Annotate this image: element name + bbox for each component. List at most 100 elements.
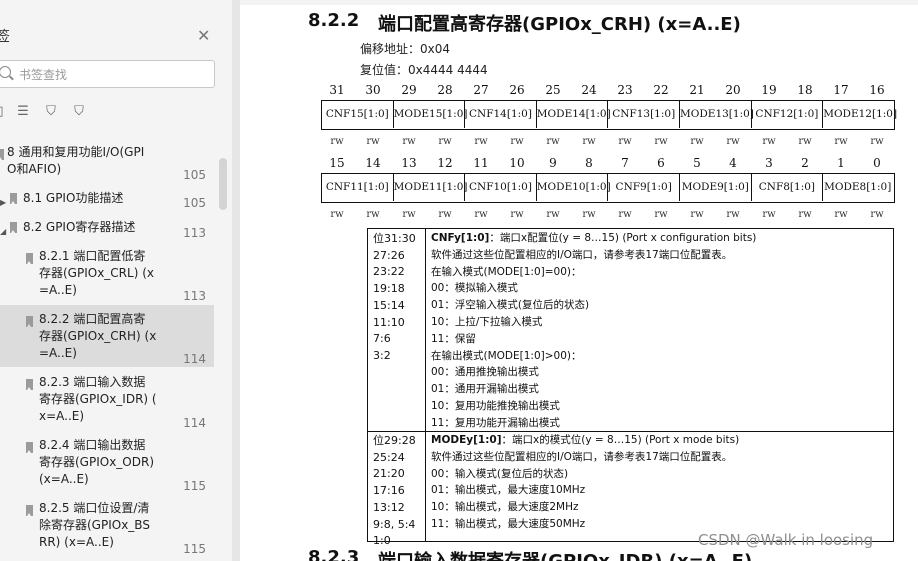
bit-number: 3 xyxy=(765,156,773,170)
bookmark-label: =A..E) xyxy=(39,283,77,297)
expand-arrow-icon[interactable]: ▶ xyxy=(0,194,6,211)
bookmark-item-8-2[interactable]: ◢ 8.2 GPIO寄存器描述 113 xyxy=(0,218,214,242)
bookmark-item-8-2-2[interactable]: 8.2.2 端口配置高寄 存器(GPIOx_CRH) (x =A..E) 114 xyxy=(0,305,214,367)
list-view-icon[interactable]: ☰ xyxy=(16,104,30,120)
bit-number: 17 xyxy=(833,83,849,97)
bookmark-label: x=A..E) xyxy=(39,409,85,423)
bookmark-flag-icon xyxy=(26,505,33,516)
add-bookmark-icon[interactable]: ⛉ xyxy=(44,104,58,120)
access-type: rw xyxy=(870,136,884,147)
bookmark-flag-icon xyxy=(10,222,17,233)
bookmark-label: 存器(GPIOx_CRH) (x xyxy=(39,329,157,343)
access-type: rw xyxy=(474,209,488,220)
bookmark-label: 存器(GPIOx_CRL) (x xyxy=(39,266,154,280)
collapse-arrow-icon[interactable]: ◢ xyxy=(0,223,6,240)
bookmark-page: 105 xyxy=(183,196,206,210)
bit-description-table: 位31:30 27:26 23:22 19:18 15:14 11:10 7:6… xyxy=(367,228,894,547)
bit-number: 13 xyxy=(401,156,417,170)
offset-address: 偏移地址：0x04 xyxy=(360,42,451,56)
access-type: rw xyxy=(834,209,848,220)
section-number: 8.2.2 xyxy=(308,10,360,31)
access-type: rw xyxy=(798,209,812,220)
bit-number: 24 xyxy=(581,83,597,97)
register-field: MODE11[1:0] xyxy=(394,174,468,201)
bit-number: 21 xyxy=(689,83,705,97)
bookmark-page: 113 xyxy=(183,289,206,303)
register-field: CNF11[1:0] xyxy=(322,174,394,201)
bookmark-page: 113 xyxy=(183,226,206,240)
access-type: rw xyxy=(654,136,668,147)
bookmark-item-8-2-1[interactable]: 8.2.1 端口配置低寄 存器(GPIOx_CRL) (x =A..E) 113 xyxy=(0,245,214,305)
bit-number: 7 xyxy=(621,156,629,170)
bit-number: 20 xyxy=(725,83,741,97)
bit-number: 14 xyxy=(365,156,381,170)
access-type: rw xyxy=(654,209,668,220)
bit-number: 1 xyxy=(837,156,845,170)
register-field: CNF15[1:0] xyxy=(322,101,394,128)
bookmark-label: 8 通用和复用功能I/O(GPI xyxy=(7,145,145,159)
register-field: CNF12[1:0] xyxy=(752,101,824,128)
register-field: MODE15[1:0] xyxy=(394,101,468,128)
description-line: 10：输出模式，最大速度2MHz xyxy=(431,501,579,514)
description-line: 10：复用功能推挽输出模式 xyxy=(431,399,560,412)
mode-description: MODEy[1:0]：端口x的模式位(y = 8…15) (Port x mod… xyxy=(431,432,739,533)
register-field: MODE14[1:0] xyxy=(537,101,611,128)
sidebar-divider[interactable] xyxy=(232,0,240,561)
bookmark-search-input[interactable] xyxy=(17,65,201,85)
access-type: rw xyxy=(798,136,812,147)
reset-value: 复位值：0x4444 4444 xyxy=(360,63,488,77)
sidebar-title: 签 xyxy=(0,29,10,45)
bookmark-label: RR) (x=A..E) xyxy=(39,535,114,549)
bit-number: 29 xyxy=(401,83,417,97)
watermark: CSDN @Walk in loosing xyxy=(698,531,874,549)
bit-number: 26 xyxy=(509,83,525,97)
access-type: rw xyxy=(330,209,344,220)
bookmark-search-box[interactable] xyxy=(0,60,215,88)
description-line: 00：输入模式(复位后的状态) xyxy=(431,467,569,480)
bookmark-icon[interactable]: ⛉ xyxy=(72,104,86,120)
bit-number: 9 xyxy=(549,156,557,170)
description-line: ：端口x的模式位(y = 8…15) (Port x mode bits) xyxy=(501,434,740,446)
sidebar-scrollbar[interactable] xyxy=(219,158,227,210)
description-line: ：端口x配置位(y = 8…15) (Port x configuration … xyxy=(489,232,757,244)
description-line: 在输出模式(MODE[1:0]>00)： xyxy=(431,349,582,362)
access-type: rw xyxy=(474,136,488,147)
bookmark-label: =A..E) xyxy=(39,346,77,360)
bookmark-item-ch8[interactable]: 8 通用和复用功能I/O(GPI O和AFIO) 105 xyxy=(0,142,214,184)
cnf-field-name: CNFy[1:0] xyxy=(431,232,490,244)
bit-number: 0 xyxy=(873,156,881,170)
bookmark-label: 8.2 GPIO寄存器描述 xyxy=(23,220,136,234)
access-type: rw xyxy=(510,209,524,220)
access-type: rw xyxy=(546,136,560,147)
bit-number: 10 xyxy=(509,156,525,170)
bookmark-item-8-1[interactable]: ▶ 8.1 GPIO功能描述 105 xyxy=(0,189,214,213)
register-lower-row: CNF11[1:0] MODE11[1:0] CNF10[1:0] MODE10[1:… xyxy=(321,173,895,203)
access-type: rw xyxy=(726,209,740,220)
description-line: 在输入模式(MODE[1:0]=00)： xyxy=(431,265,582,278)
bookmark-label: 寄存器(GPIOx_ODR) xyxy=(39,455,155,469)
register-field: CNF13[1:0] xyxy=(608,101,680,128)
bookmark-item-8-2-4[interactable]: 8.2.4 端口输出数据 寄存器(GPIOx_ODR) (x=A..E) 115 xyxy=(0,432,214,494)
access-type: rw xyxy=(402,136,416,147)
table-column-divider xyxy=(425,229,426,541)
description-line: 软件通过这些位配置相应的I/O端口，请参考表17端口位配置表。 xyxy=(431,450,733,463)
register-field: MODE13[1:0] xyxy=(680,101,754,128)
description-line: 00：模拟输入模式 xyxy=(431,282,518,295)
close-icon[interactable]: ✕ xyxy=(197,26,210,45)
access-type: rw xyxy=(762,209,776,220)
section-title: 端口配置高寄存器(GPIOx_CRH) (x=A..E) xyxy=(378,14,741,35)
description-line: 11：输出模式，最大速度50MHz xyxy=(431,517,586,530)
access-type: rw xyxy=(618,209,632,220)
bit-number: 16 xyxy=(869,83,885,97)
description-line: 软件通过这些位配置相应的I/O端口，请参考表17端口位配置表。 xyxy=(431,248,733,261)
access-type: rw xyxy=(438,136,452,147)
description-line: 11：复用功能开漏输出模式 xyxy=(431,416,560,429)
bookmark-label: 除寄存器(GPIOx_BS xyxy=(39,518,150,532)
bookmark-label: 8.2.5 端口位设置/清 xyxy=(39,501,150,515)
expand-all-icon[interactable]: ▯ xyxy=(0,104,7,120)
register-field: MODE8[1:0] xyxy=(824,181,892,193)
bookmark-item-8-2-3[interactable]: 8.2.3 端口输入数据 寄存器(GPIOx_IDR) ( x=A..E) 11… xyxy=(0,369,214,431)
bookmark-flag-icon xyxy=(0,149,4,160)
bookmark-item-8-2-5[interactable]: 8.2.5 端口位设置/清 除寄存器(GPIOx_BS RR) (x=A..E)… xyxy=(0,495,214,559)
access-type: rw xyxy=(834,136,848,147)
